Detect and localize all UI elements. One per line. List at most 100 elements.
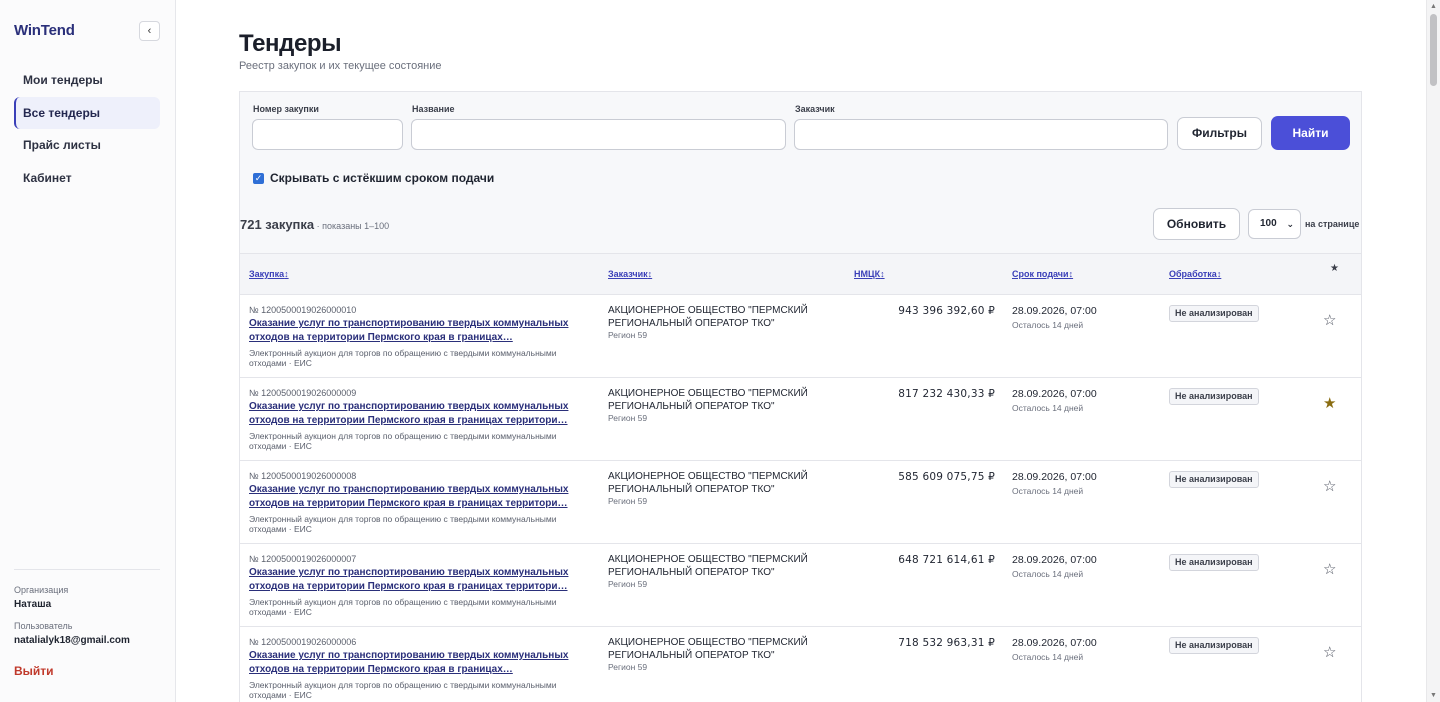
hide-expired-toggle[interactable]: ✓ Скрывать с истёкшим сроком подачи	[253, 171, 494, 185]
collapse-sidebar-button[interactable]: ‹	[139, 21, 160, 41]
per-page-value: 100	[1260, 218, 1277, 229]
sidebar-item-price-lists[interactable]: Прайс листы	[14, 129, 160, 161]
purchase-title-link[interactable]: Оказание услуг по транспортированию твер…	[249, 649, 589, 677]
status-badge: Не анализирован	[1169, 471, 1259, 488]
col-favorite-star-icon: ★	[1330, 263, 1339, 274]
purchase-number: № 1200500019026000007	[249, 554, 357, 564]
sort-icon: ↕	[284, 269, 289, 279]
scroll-down-arrow-icon[interactable]: ▼	[1430, 692, 1437, 699]
results-shown: · показаны 1–100	[314, 221, 390, 231]
col-purchase-label: Закупка	[249, 269, 285, 279]
filters-button[interactable]: Фильтры	[1177, 117, 1262, 150]
purchase-meta: Электронный аукцион для торгов по обраще…	[249, 680, 557, 700]
sidebar: WinTend ‹ Мои тендеры Все тендеры Прайс …	[0, 0, 176, 702]
search-button[interactable]: Найти	[1271, 116, 1350, 150]
hide-expired-checkbox[interactable]: ✓	[253, 172, 264, 184]
star-outline-icon[interactable]: ☆	[1323, 477, 1336, 495]
page-title: Тендеры	[239, 30, 342, 57]
price-value: 585 609 075,75 ₽	[898, 471, 995, 483]
days-left: Осталось 14 дней	[1012, 569, 1084, 579]
name-input[interactable]	[411, 119, 786, 150]
results-toolbar: 721 закупка · показаны 1–100 Обновить 10…	[239, 196, 1362, 253]
results-count-value: 721 закупка	[240, 217, 315, 232]
deadline-date: 28.09.2026, 07:00	[1012, 637, 1097, 649]
purchase-number: № 1200500019026000010	[249, 305, 357, 315]
table-header: Закупка↕ Заказчик↕ НМЦК↕ Срок подачи↕ Об…	[240, 254, 1361, 295]
purchase-number: № 1200500019026000009	[249, 388, 357, 398]
customer-name: АКЦИОНЕРНОЕ ОБЩЕСТВО "ПЕРМСКИЙ РЕГИОНАЛЬ…	[608, 471, 808, 495]
deadline-date: 28.09.2026, 07:00	[1012, 305, 1097, 317]
sort-icon: ↕	[1068, 269, 1074, 279]
col-processing[interactable]: Обработка↕	[1169, 269, 1221, 279]
purchase-title-link[interactable]: Оказание услуг по транспортированию твер…	[249, 400, 589, 428]
purchase-title-link[interactable]: Оказание услуг по транспортированию твер…	[249, 566, 589, 594]
col-customer[interactable]: Заказчик↕	[608, 269, 652, 279]
status-badge: Не анализирован	[1169, 637, 1259, 654]
tenders-table: Закупка↕ Заказчик↕ НМЦК↕ Срок подачи↕ Об…	[239, 253, 1362, 702]
sort-icon: ↕	[1216, 269, 1222, 279]
user-label: Пользователь	[14, 621, 73, 631]
purchase-title-link[interactable]: Оказание услуг по транспортированию твер…	[249, 483, 589, 511]
sidebar-divider	[14, 569, 160, 570]
sidebar-item-cabinet[interactable]: Кабинет	[14, 162, 160, 194]
star-filled-icon[interactable]: ★	[1323, 394, 1336, 412]
days-left: Осталось 14 дней	[1012, 486, 1084, 496]
customer-name: АКЦИОНЕРНОЕ ОБЩЕСТВО "ПЕРМСКИЙ РЕГИОНАЛЬ…	[608, 554, 808, 578]
chevron-left-icon: ‹	[147, 25, 152, 37]
star-outline-icon[interactable]: ☆	[1323, 560, 1336, 578]
sidebar-nav: Мои тендеры Все тендеры Прайс листы Каби…	[14, 64, 160, 194]
star-outline-icon[interactable]: ☆	[1323, 311, 1336, 329]
page-scrollbar[interactable]: ▲ ▼	[1426, 0, 1440, 702]
status-badge: Не анализирован	[1169, 305, 1259, 322]
table-row: № 1200500019026000008 Оказание услуг по …	[240, 461, 1361, 544]
sort-icon: ↕	[647, 269, 653, 279]
main-content: Тендеры Реестр закупок и их текущее сост…	[176, 0, 1426, 702]
customer-name: АКЦИОНЕРНОЕ ОБЩЕСТВО "ПЕРМСКИЙ РЕГИОНАЛЬ…	[608, 305, 808, 329]
hide-expired-label: Скрывать с истёкшим сроком подачи	[270, 171, 495, 185]
deadline-date: 28.09.2026, 07:00	[1012, 471, 1097, 483]
purchase-title-link[interactable]: Оказание услуг по транспортированию твер…	[249, 317, 589, 345]
purchase-meta: Электронный аукцион для торгов по обраще…	[249, 597, 557, 617]
days-left: Осталось 14 дней	[1012, 320, 1084, 330]
days-left: Осталось 14 дней	[1012, 652, 1084, 662]
customer-region: Регион 59	[608, 413, 648, 423]
customer-name: АКЦИОНЕРНОЕ ОБЩЕСТВО "ПЕРМСКИЙ РЕГИОНАЛЬ…	[608, 388, 808, 412]
status-badge: Не анализирован	[1169, 554, 1259, 571]
table-row: № 1200500019026000009 Оказание услуг по …	[240, 378, 1361, 461]
col-deadline[interactable]: Срок подачи↕	[1012, 269, 1073, 279]
price-value: 648 721 614,61 ₽	[898, 554, 995, 566]
star-outline-icon[interactable]: ☆	[1323, 643, 1336, 661]
table-row: № 1200500019026000006 Оказание услуг по …	[240, 627, 1361, 702]
customer-region: Регион 59	[608, 330, 648, 340]
scroll-up-arrow-icon[interactable]: ▲	[1430, 3, 1437, 10]
col-purchase[interactable]: Закупка↕	[249, 269, 289, 279]
sort-icon: ↕	[880, 269, 885, 279]
sidebar-item-my-tenders[interactable]: Мои тендеры	[14, 64, 160, 96]
col-price[interactable]: НМЦК↕	[854, 269, 885, 279]
col-deadline-label: Срок подачи	[1012, 269, 1069, 279]
purchase-number: № 1200500019026000008	[249, 471, 357, 481]
customer-region: Регион 59	[608, 579, 648, 589]
price-value: 817 232 430,33 ₽	[898, 388, 995, 400]
purchase-number-input[interactable]	[252, 119, 403, 150]
price-value: 718 532 963,31 ₽	[898, 637, 995, 649]
customer-input[interactable]	[794, 119, 1168, 150]
scrollbar-thumb[interactable]	[1430, 14, 1437, 86]
filter-panel: Номер закупки Название Заказчик Фильтры …	[239, 91, 1362, 196]
app-logo[interactable]: WinTend	[14, 22, 75, 39]
results-count: 721 закупка · показаны 1–100	[240, 217, 389, 232]
sidebar-item-all-tenders[interactable]: Все тендеры	[14, 96, 160, 129]
refresh-button[interactable]: Обновить	[1153, 208, 1240, 240]
logout-link[interactable]: Выйти	[14, 664, 54, 678]
per-page-select[interactable]: 100 ⌄	[1248, 209, 1301, 239]
purchase-meta: Электронный аукцион для торгов по обраще…	[249, 514, 557, 534]
org-value: Наташа	[14, 599, 52, 610]
customer-name: АКЦИОНЕРНОЕ ОБЩЕСТВО "ПЕРМСКИЙ РЕГИОНАЛЬ…	[608, 637, 808, 661]
col-price-label: НМЦК	[854, 269, 881, 279]
purchase-number-label: Номер закупки	[253, 104, 319, 114]
org-label: Организация	[14, 585, 69, 595]
purchase-meta: Электронный аукцион для торгов по обраще…	[249, 348, 557, 368]
customer-region: Регион 59	[608, 662, 648, 672]
status-badge: Не анализирован	[1169, 388, 1259, 405]
user-email: natalialyk18@gmail.com	[14, 635, 130, 646]
